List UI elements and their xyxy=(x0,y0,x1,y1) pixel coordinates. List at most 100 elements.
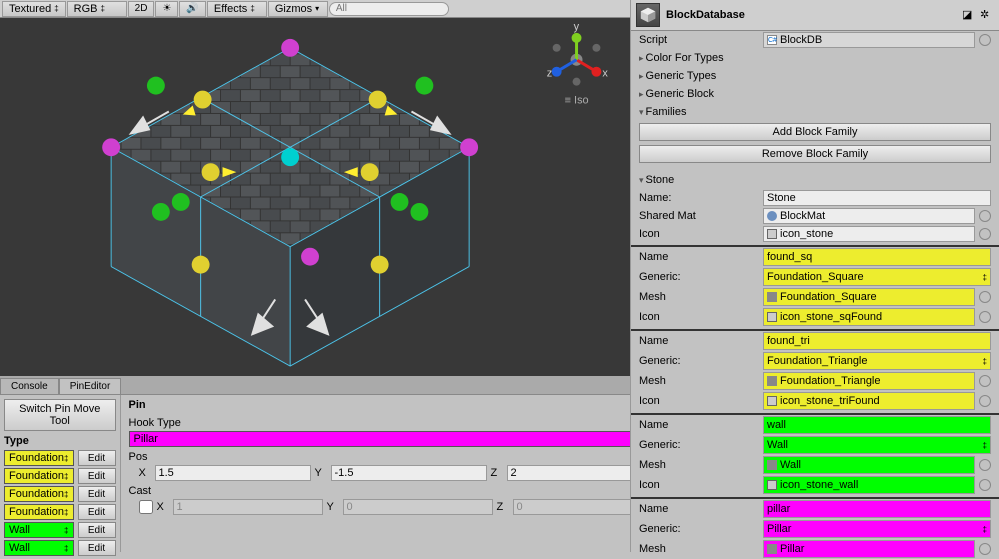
block-prop-label: Mesh xyxy=(639,375,759,387)
type-dropdown[interactable]: Wall‡ xyxy=(4,540,74,556)
2d-toggle[interactable]: 2D xyxy=(128,1,155,17)
hook-type-dropdown[interactable]: Pillar‡ xyxy=(129,431,663,447)
inspector-title: BlockDatabase xyxy=(666,9,956,21)
block-prop-field[interactable]: icon_stone_triFound xyxy=(763,392,975,410)
edit-button[interactable]: Edit xyxy=(78,540,116,556)
unity-logo-icon xyxy=(636,3,660,27)
edit-button[interactable]: Edit xyxy=(78,450,116,466)
sprite-icon xyxy=(767,312,777,322)
pos-z-label: Z xyxy=(491,467,503,479)
type-dropdown[interactable]: Foundation‡ xyxy=(4,450,74,466)
script-label: Script xyxy=(639,34,759,46)
scene-search-input[interactable] xyxy=(329,2,449,16)
scene-toolbar: Textured‡ RGB‡ 2D ☀ 🔊 Effects‡ Gizmos▾ xyxy=(0,0,630,18)
sprite-icon xyxy=(767,480,777,490)
pin-section-title: Pin xyxy=(129,399,663,411)
svg-text:≡ Iso: ≡ Iso xyxy=(565,95,589,107)
block-prop-field[interactable]: Foundation_Square xyxy=(763,288,975,306)
block-prop-field[interactable]: Foundation_Triangle xyxy=(763,372,975,390)
name-field[interactable]: Stone xyxy=(763,190,991,206)
effects-dropdown[interactable]: Effects‡ xyxy=(207,1,267,17)
stone-foldout[interactable]: Stone xyxy=(639,174,759,186)
tab-pineditor[interactable]: PinEditor xyxy=(59,378,122,394)
block-prop-label: Name xyxy=(639,503,759,515)
block-prop-label: Name xyxy=(639,335,759,347)
color-for-types-foldout[interactable]: Color For Types xyxy=(639,52,759,64)
edit-button[interactable]: Edit xyxy=(78,504,116,520)
generic-block-foldout[interactable]: Generic Block xyxy=(639,88,759,100)
icon-field[interactable]: icon_stone xyxy=(763,226,975,242)
object-picker-icon[interactable] xyxy=(979,543,991,555)
object-picker-icon[interactable] xyxy=(979,375,991,387)
block-prop-field[interactable]: wall xyxy=(763,416,991,434)
bottom-tab-bar: Console PinEditor xyxy=(0,376,630,394)
object-picker-icon[interactable] xyxy=(979,311,991,323)
object-picker-icon[interactable] xyxy=(979,459,991,471)
block-prop-label: Icon xyxy=(639,479,759,491)
edit-button[interactable]: Edit xyxy=(78,486,116,502)
block-prop-field[interactable]: pillar xyxy=(763,500,991,518)
render-channel-dropdown[interactable]: RGB‡ xyxy=(67,1,127,17)
block-prop-field[interactable]: Pillar xyxy=(763,540,975,558)
script-picker-icon[interactable] xyxy=(979,34,991,46)
block-prop-label: Icon xyxy=(639,311,759,323)
object-picker-icon[interactable] xyxy=(979,291,991,303)
block-prop-field[interactable]: found_tri xyxy=(763,332,991,350)
type-dropdown[interactable]: Foundation‡ xyxy=(4,504,74,520)
hook-type-label: Hook Type xyxy=(129,417,663,429)
object-picker-icon[interactable] xyxy=(979,395,991,407)
cast-y-label: Y xyxy=(327,501,339,513)
block-prop-label: Mesh xyxy=(639,459,759,471)
cast-z-label: Z xyxy=(497,501,509,513)
block-prop-label: Generic: xyxy=(639,523,759,535)
script-field[interactable]: C#BlockDB xyxy=(763,32,975,48)
block-prop-label: Name xyxy=(639,251,759,263)
block-prop-field[interactable]: found_sq xyxy=(763,248,991,266)
icon-picker-icon[interactable] xyxy=(979,228,991,240)
tab-console[interactable]: Console xyxy=(0,378,59,394)
mesh-icon xyxy=(767,460,777,470)
block-prop-label: Generic: xyxy=(639,271,759,283)
families-foldout[interactable]: Families xyxy=(639,106,759,118)
shared-mat-picker-icon[interactable] xyxy=(979,210,991,222)
add-block-family-button[interactable]: Add Block Family xyxy=(639,123,991,141)
block-prop-field[interactable]: Foundation_Triangle‡ xyxy=(763,352,991,370)
help-icon[interactable]: ◪ xyxy=(962,8,976,22)
scene-viewport[interactable]: x y z ≡ Iso xyxy=(0,18,630,376)
inspector-panel: BlockDatabase ◪ ✲ Script C#BlockDB Color… xyxy=(630,0,999,552)
shared-mat-field[interactable]: BlockMat xyxy=(763,208,975,224)
shading-mode-dropdown[interactable]: Textured‡ xyxy=(2,1,66,17)
block-prop-field[interactable]: icon_stone_sqFound xyxy=(763,308,975,326)
pos-y-input[interactable] xyxy=(331,465,487,481)
shared-mat-label: Shared Mat xyxy=(639,210,759,222)
block-prop-field[interactable]: Wall xyxy=(763,456,975,474)
type-dropdown[interactable]: Foundation‡ xyxy=(4,486,74,502)
edit-button[interactable]: Edit xyxy=(78,522,116,538)
mesh-icon xyxy=(767,544,777,554)
object-picker-icon[interactable] xyxy=(979,479,991,491)
sprite-icon xyxy=(767,396,777,406)
pos-x-input[interactable] xyxy=(155,465,311,481)
block-prop-field[interactable]: Pillar‡ xyxy=(763,520,991,538)
pin-editor-panel: Switch Pin Move Tool Type Foundation‡Edi… xyxy=(0,394,630,552)
gizmos-dropdown[interactable]: Gizmos▾ xyxy=(268,1,328,17)
cast-y-input xyxy=(343,499,493,515)
cast-checkbox[interactable] xyxy=(139,499,153,515)
block-prop-field[interactable]: icon_stone_wall xyxy=(763,476,975,494)
generic-types-foldout[interactable]: Generic Types xyxy=(639,70,759,82)
audio-toggle[interactable]: 🔊 xyxy=(179,1,205,17)
block-prop-field[interactable]: Foundation_Square‡ xyxy=(763,268,991,286)
block-prop-label: Icon xyxy=(639,395,759,407)
type-dropdown[interactable]: Foundation‡ xyxy=(4,468,74,484)
cast-x-label: X xyxy=(157,501,169,513)
svg-text:y: y xyxy=(574,21,580,33)
gear-icon[interactable]: ✲ xyxy=(980,8,994,22)
type-dropdown[interactable]: Wall‡ xyxy=(4,522,74,538)
block-prop-label: Mesh xyxy=(639,543,759,555)
icon-label: Icon xyxy=(639,228,759,240)
remove-block-family-button[interactable]: Remove Block Family xyxy=(639,145,991,163)
block-prop-field[interactable]: Wall‡ xyxy=(763,436,991,454)
lighting-toggle[interactable]: ☀ xyxy=(155,1,178,17)
edit-button[interactable]: Edit xyxy=(78,468,116,484)
switch-pin-move-tool-button[interactable]: Switch Pin Move Tool xyxy=(4,399,116,431)
